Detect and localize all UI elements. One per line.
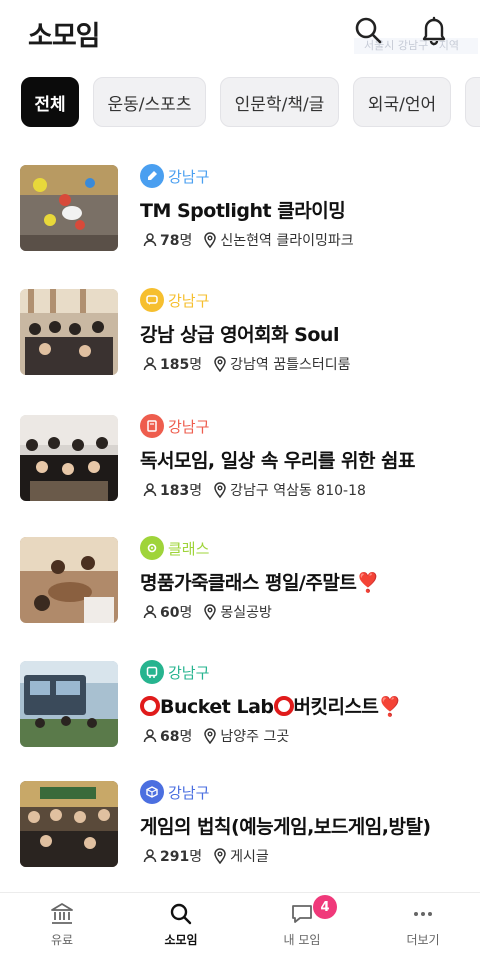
nav-label: 더보기 bbox=[406, 933, 440, 947]
group-thumbnail bbox=[20, 415, 118, 501]
location-pin-icon bbox=[214, 356, 226, 372]
group-name: TM Spotlight 클라이밍 bbox=[140, 200, 346, 222]
group-item[interactable]: 강남구 독서모임, 일상 속 우리를 위한 쉼표 183명 강남구 역삼동 81… bbox=[0, 398, 480, 508]
group-location: 강남구 역삼동 810-18 bbox=[230, 483, 366, 499]
member-count: 78명 bbox=[160, 233, 193, 249]
group-category-label: 강남구 bbox=[168, 167, 210, 186]
group-item[interactable]: 강남구 Bucket Lab 버킷리스트❣️ 68명 남양주 그곳 bbox=[0, 644, 480, 754]
group-category-label: 강남구 bbox=[168, 783, 210, 802]
group-meta: 68명 남양주 그곳 bbox=[142, 726, 289, 746]
bottom-navigation: 유료 소모임 4 내 모임 더보기 bbox=[0, 892, 480, 956]
gear-icon bbox=[140, 536, 164, 560]
group-meta: 185명 강남역 꿈틀스터디룸 bbox=[142, 354, 351, 374]
group-meta: 60명 몽실공방 bbox=[142, 602, 272, 622]
location-pin-icon bbox=[214, 848, 226, 864]
person-icon bbox=[143, 233, 157, 247]
member-count: 68명 bbox=[160, 729, 193, 745]
chip-all[interactable]: 전체 bbox=[21, 77, 79, 127]
group-meta: 291명 게시글 bbox=[142, 846, 269, 866]
chip-language[interactable]: 외국/언어 bbox=[353, 77, 451, 127]
location-pin-icon bbox=[214, 482, 226, 498]
group-location: 몽실공방 bbox=[220, 605, 272, 621]
search-icon bbox=[170, 903, 192, 925]
nav-paid[interactable]: 유료 bbox=[17, 901, 107, 948]
location-pin-icon bbox=[204, 604, 217, 620]
group-category: 강남구 bbox=[140, 288, 209, 312]
nav-label: 소모임 bbox=[164, 933, 198, 947]
page-title: 소모임 bbox=[28, 21, 101, 52]
member-count: 183명 bbox=[160, 483, 203, 499]
chip-sports[interactable]: 운동/스포츠 bbox=[93, 77, 206, 127]
category-chip-bar: 전체 운동/스포츠 인문학/책/글 외국/언어 bbox=[0, 77, 480, 129]
red-circle-icon bbox=[273, 696, 294, 716]
bus-icon bbox=[140, 660, 164, 684]
location-pin-icon bbox=[204, 232, 217, 248]
group-name: 강남 상급 영어회화 Soul bbox=[140, 324, 339, 346]
group-name: 독서모임, 일상 속 우리를 위한 쉼표 bbox=[140, 450, 416, 472]
bell-icon[interactable] bbox=[418, 14, 450, 46]
nav-somoim[interactable]: 소모임 bbox=[136, 901, 226, 948]
member-count: 185명 bbox=[160, 357, 203, 373]
group-item[interactable]: 강남구 강남 상급 영어회화 Soul 185명 강남역 꿈틀스터디룸 bbox=[0, 272, 480, 382]
book-icon bbox=[140, 414, 164, 438]
app-header: 소모임 서울시 강남구 · 지역 bbox=[0, 0, 480, 64]
chat-icon bbox=[140, 288, 164, 312]
cube-icon bbox=[140, 780, 164, 804]
chip-more[interactable] bbox=[465, 77, 480, 127]
nav-more[interactable]: 더보기 bbox=[378, 901, 468, 948]
group-thumbnail bbox=[20, 661, 118, 747]
red-circle-icon bbox=[140, 696, 160, 716]
group-meta: 183명 강남구 역삼동 810-18 bbox=[142, 480, 366, 500]
member-count: 60명 bbox=[160, 605, 193, 621]
location-pin-icon bbox=[204, 728, 217, 744]
person-icon bbox=[143, 849, 157, 863]
group-category: 강남구 bbox=[140, 780, 209, 804]
chip-humanities[interactable]: 인문학/책/글 bbox=[220, 77, 339, 127]
person-icon bbox=[143, 605, 157, 619]
bank-icon bbox=[51, 903, 73, 924]
group-name: 게임의 법칙(예능게임,보드게임,방탈) bbox=[140, 816, 431, 838]
group-thumbnail bbox=[20, 537, 118, 623]
group-location: 강남역 꿈틀스터디룸 bbox=[230, 357, 351, 373]
group-thumbnail bbox=[20, 165, 118, 251]
group-category-label: 강남구 bbox=[168, 417, 210, 436]
group-category: 클래스 bbox=[140, 536, 209, 560]
group-item[interactable]: 클래스 명품가죽클래스 평일/주말트❣️ 60명 몽실공방 bbox=[0, 520, 480, 630]
group-thumbnail bbox=[20, 289, 118, 375]
group-location: 게시글 bbox=[230, 849, 269, 865]
person-icon bbox=[143, 357, 157, 371]
group-category: 강남구 bbox=[140, 414, 209, 438]
group-category: 강남구 bbox=[140, 164, 209, 188]
rocket-icon bbox=[140, 164, 164, 188]
group-category-label: 강남구 bbox=[168, 291, 210, 310]
nav-label: 내 모임 bbox=[283, 933, 321, 947]
notification-badge: 4 bbox=[313, 895, 337, 919]
group-category: 강남구 bbox=[140, 660, 209, 684]
group-location: 남양주 그곳 bbox=[220, 729, 290, 745]
nav-label: 유료 bbox=[50, 933, 74, 947]
member-count: 291명 bbox=[160, 849, 203, 865]
group-thumbnail bbox=[20, 781, 118, 867]
group-category-label: 클래스 bbox=[168, 539, 210, 558]
group-item[interactable]: 강남구 게임의 법칙(예능게임,보드게임,방탈) 291명 게시글 bbox=[0, 764, 480, 874]
group-meta: 78명 신논현역 클라이밍파크 bbox=[142, 230, 354, 250]
more-icon bbox=[414, 912, 432, 916]
chat-bubble-icon bbox=[292, 905, 312, 923]
search-icon[interactable] bbox=[352, 14, 384, 46]
group-name: 명품가죽클래스 평일/주말트❣️ bbox=[140, 572, 380, 594]
group-location: 신논현역 클라이밍파크 bbox=[220, 233, 354, 249]
group-name: Bucket Lab 버킷리스트❣️ bbox=[140, 692, 402, 719]
person-icon bbox=[143, 483, 157, 497]
group-category-label: 강남구 bbox=[168, 663, 210, 682]
group-item[interactable]: 강남구 TM Spotlight 클라이밍 78명 신논현역 클라이밍파크 bbox=[0, 148, 480, 258]
nav-my-groups[interactable]: 4 내 모임 bbox=[257, 895, 347, 948]
person-icon bbox=[143, 729, 157, 743]
